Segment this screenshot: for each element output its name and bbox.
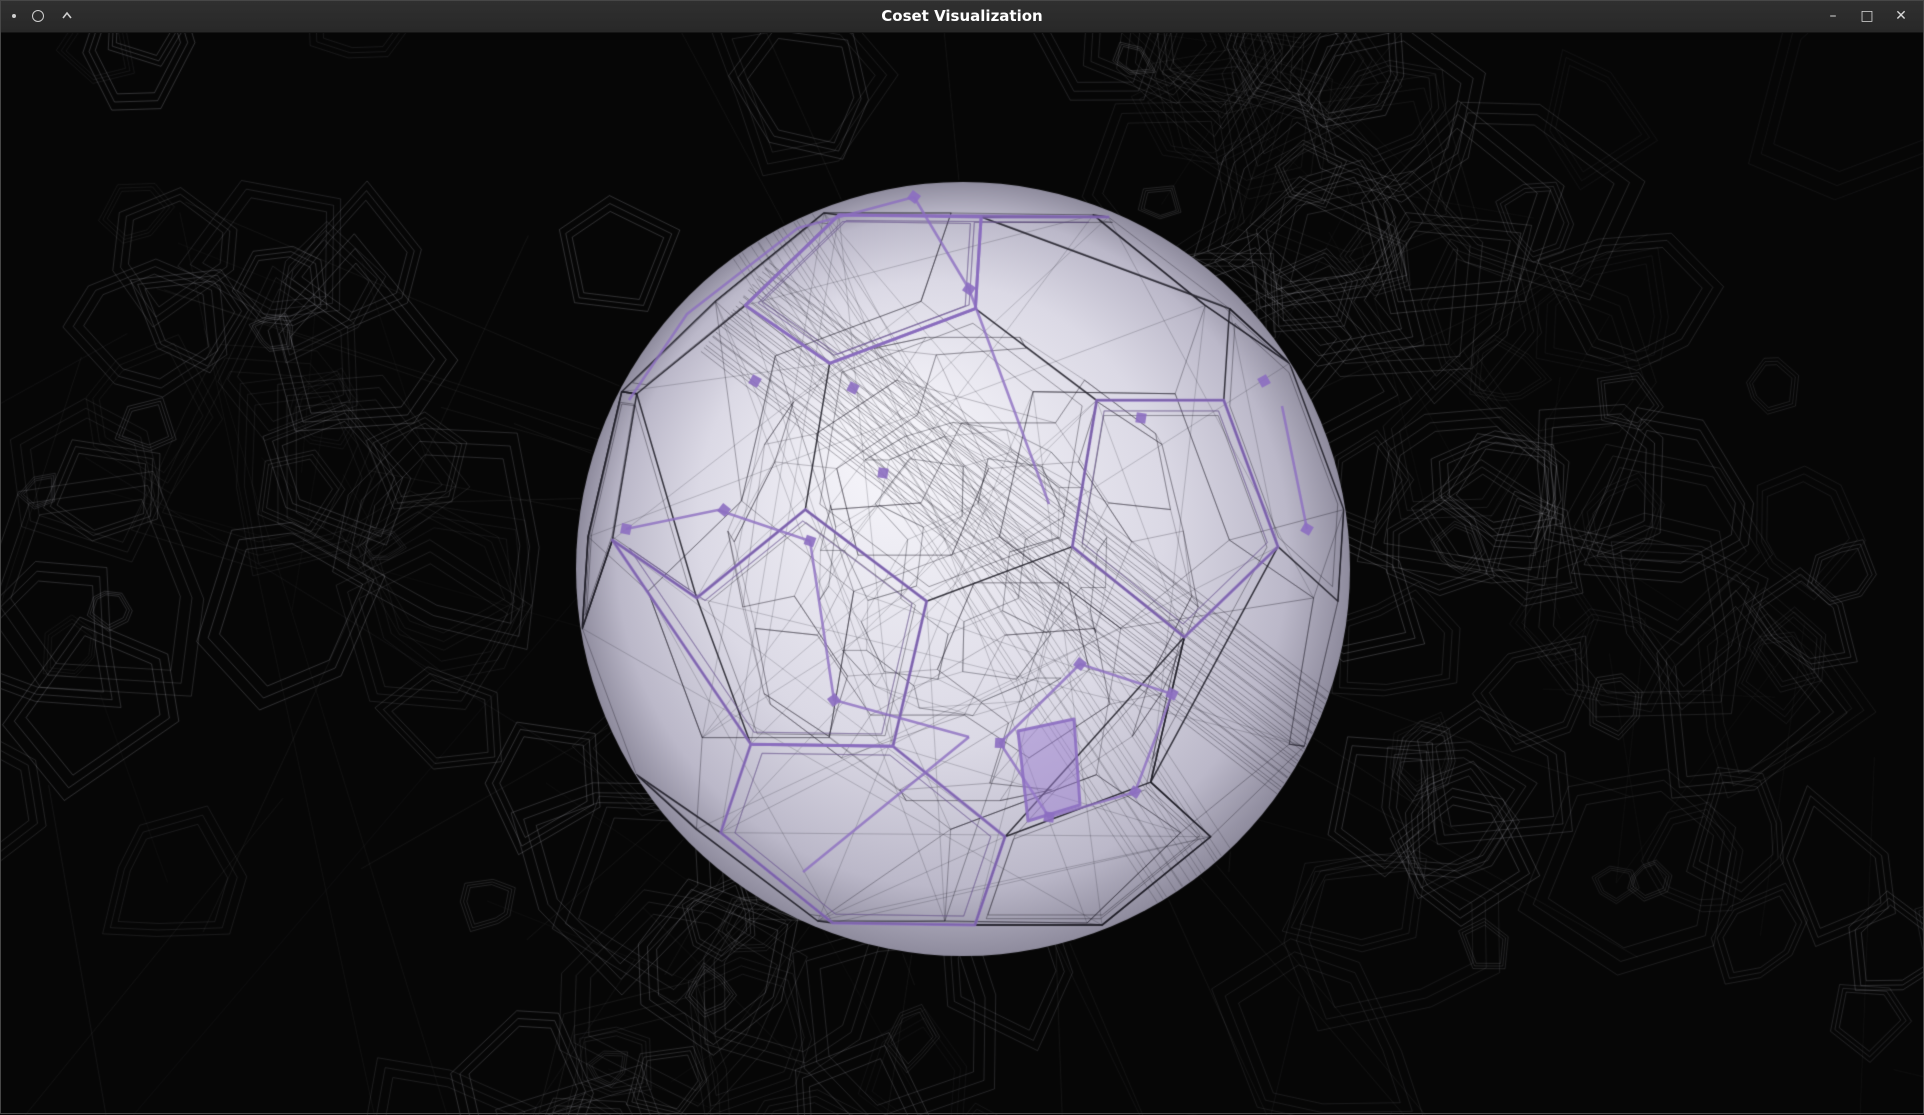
app-window: Coset Visualization – □ ✕ — [0, 0, 1924, 1114]
status-dot-icon — [12, 14, 16, 18]
titlebar-left-icons — [0, 0, 74, 32]
circle-icon[interactable] — [32, 10, 44, 22]
titlebar[interactable]: Coset Visualization – □ ✕ — [0, 0, 1924, 33]
minimize-button[interactable]: – — [1816, 0, 1850, 32]
visualization-canvas[interactable] — [0, 33, 1924, 1115]
maximize-button[interactable]: □ — [1850, 0, 1884, 32]
close-button[interactable]: ✕ — [1884, 0, 1918, 32]
window-controls: – □ ✕ — [1816, 0, 1924, 32]
window-title: Coset Visualization — [0, 0, 1924, 32]
caret-up-icon[interactable] — [60, 9, 74, 23]
